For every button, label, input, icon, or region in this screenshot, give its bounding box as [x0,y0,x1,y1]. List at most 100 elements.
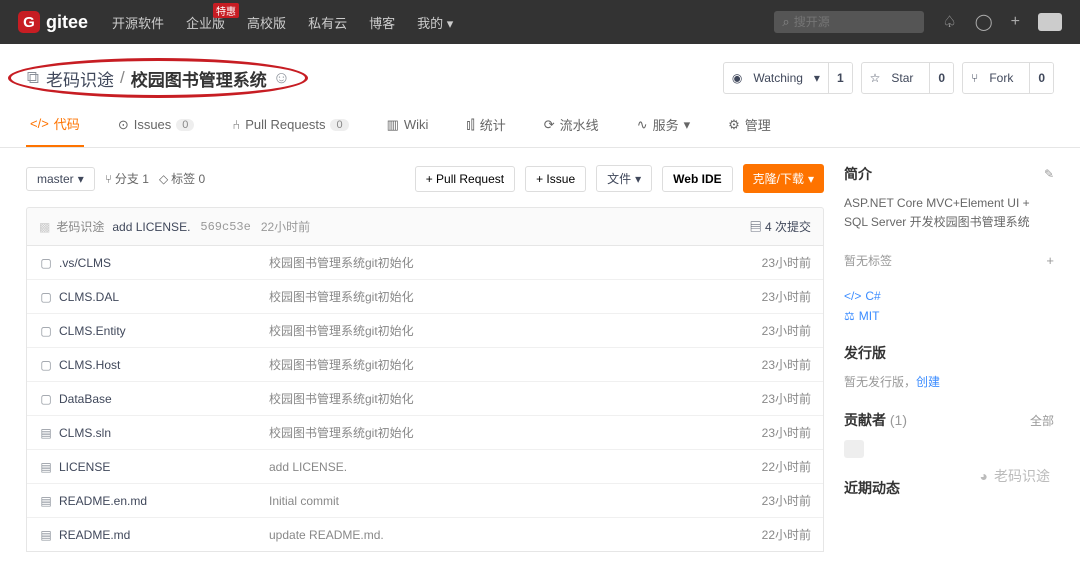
license-link[interactable]: ⚖ MIT [844,309,1054,323]
logo[interactable]: G gitee [18,11,88,33]
nav-education[interactable]: 高校版 [247,13,286,32]
tab-service[interactable]: ∿服务 ▾ [633,106,694,147]
all-contributors-link[interactable]: 全部 [1030,412,1054,429]
file-row[interactable]: ▤README.mdupdate README.md.22小时前 [27,518,823,551]
file-commit-msg[interactable]: 校园图书管理系统git初始化 [269,424,762,441]
commit-message[interactable]: add LICENSE. [112,220,190,234]
search-input[interactable] [794,15,949,29]
fork-button[interactable]: ⑂ Fork0 [962,62,1054,94]
file-commit-msg[interactable]: 校园图书管理系统git初始化 [269,356,762,373]
tab-stats[interactable]: ⫾⫿统计 [462,106,509,147]
tab-wiki[interactable]: ▥Wiki [383,106,433,147]
folder-icon: ▢ [39,256,53,270]
file-commit-msg[interactable]: update README.md. [269,528,762,542]
webide-button[interactable]: Web IDE [662,166,732,192]
file-row[interactable]: ▢CLMS.DAL校园图书管理系统git初始化23小时前 [27,280,823,314]
repo-actions: ◉ Watching ▾1 ☆ Star0 ⑂ Fork0 [723,62,1054,94]
file-row[interactable]: ▤README.en.mdInitial commit23小时前 [27,484,823,518]
repo-tabs: </>代码 ⊙Issues0 ⑃Pull Requests0 ▥Wiki ⫾⫿统… [0,94,1080,148]
file-name[interactable]: ▢.vs/CLMS [39,256,269,270]
tab-pipeline[interactable]: ⟳流水线 [540,106,603,147]
folder-icon: ▢ [39,290,53,304]
tags-link[interactable]: ◇ 标签 0 [159,170,205,187]
pullrequest-button[interactable]: + Pull Request [415,166,515,192]
commits-total[interactable]: ▤ 4 次提交 [750,218,811,235]
repo-title: ⧉ 老码识途 / 校园图书管理系统 ☺ [26,66,287,91]
repo-name[interactable]: 校园图书管理系统 [131,66,267,91]
help-icon[interactable]: ◯ [975,12,993,32]
file-name[interactable]: ▢DataBase [39,392,269,406]
file-time: 23小时前 [762,288,811,305]
file-commit-msg[interactable]: Initial commit [269,494,762,508]
file-row[interactable]: ▢CLMS.Entity校园图书管理系统git初始化23小时前 [27,314,823,348]
file-icon: ▤ [39,528,53,542]
file-name[interactable]: ▤README.md [39,528,269,542]
no-release: 暂无发行版， [844,375,916,389]
plus-icon[interactable]: + [1011,13,1020,31]
contributor-avatar[interactable] [844,440,864,458]
nav-enterprise[interactable]: 企业版特惠 [186,13,225,32]
add-tag-icon[interactable]: + [1046,253,1054,268]
watch-button[interactable]: ◉ Watching ▾1 [723,62,853,94]
file-time: 23小时前 [762,424,811,441]
file-commit-msg[interactable]: add LICENSE. [269,460,762,474]
tab-issues[interactable]: ⊙Issues0 [114,106,199,147]
logo-icon: G [18,11,40,33]
file-name[interactable]: ▤LICENSE [39,460,269,474]
issue-button[interactable]: + Issue [525,166,586,192]
watermark: ◕老码识途 [980,466,1050,486]
file-name[interactable]: ▢CLMS.Entity [39,324,269,338]
file-commit-msg[interactable]: 校园图书管理系统git初始化 [269,254,762,271]
nav-blog[interactable]: 博客 [369,13,395,32]
branch-select[interactable]: master ▾ [26,167,95,191]
file-row[interactable]: ▤LICENSEadd LICENSE.22小时前 [27,450,823,484]
bell-icon[interactable]: ♤ [942,12,956,32]
nav-opensource[interactable]: 开源软件 [112,13,164,32]
search-icon: ⌕ [782,14,789,30]
edit-icon[interactable]: ✎ [1044,167,1054,181]
file-row[interactable]: ▢DataBase校园图书管理系统git初始化23小时前 [27,382,823,416]
file-list: ▢.vs/CLMS校园图书管理系统git初始化23小时前▢CLMS.DAL校园图… [26,246,824,552]
commit-author[interactable]: 老码识途 [56,218,104,235]
language-link[interactable]: </> C# [844,289,1054,303]
file-name[interactable]: ▢CLMS.Host [39,358,269,372]
badge-icon: ☺ [273,68,287,88]
file-row[interactable]: ▤CLMS.sln校园图书管理系统git初始化23小时前 [27,416,823,450]
file-name[interactable]: ▤README.en.md [39,494,269,508]
nav-mine[interactable]: 我的 ▾ [417,13,453,32]
file-icon: ▤ [39,426,53,440]
clone-button[interactable]: 克隆/下载 ▾ [743,164,824,193]
file-row[interactable]: ▢CLMS.Host校园图书管理系统git初始化23小时前 [27,348,823,382]
avatar[interactable] [1038,13,1062,31]
release-heading: 发行版 [844,343,886,363]
file-commit-msg[interactable]: 校园图书管理系统git初始化 [269,288,762,305]
star-button[interactable]: ☆ Star0 [861,62,954,94]
files-select[interactable]: 文件 ▾ [596,165,652,192]
repo-icon: ⧉ [26,68,40,88]
search-box[interactable]: ⌕ [774,11,924,33]
tab-manage[interactable]: ⚙管理 [724,106,775,147]
file-time: 23小时前 [762,492,811,509]
contributors-heading: 贡献者 (1) [844,410,907,430]
tab-pullrequests[interactable]: ⑃Pull Requests0 [228,106,352,147]
branches-link[interactable]: ⑂ 分支 1 [105,170,149,187]
repo-description: ASP.NET Core MVC+Element UI + SQL Server… [844,194,1054,232]
file-time: 22小时前 [762,458,811,475]
create-release-link[interactable]: 创建 [916,375,940,389]
latest-commit: ▩ 老码识途 add LICENSE. 569c53e 22小时前 ▤ 4 次提… [26,207,824,246]
no-tags: 暂无标签 [844,252,892,269]
nav-private[interactable]: 私有云 [308,13,347,32]
file-commit-msg[interactable]: 校园图书管理系统git初始化 [269,390,762,407]
folder-icon: ▢ [39,358,53,372]
file-name[interactable]: ▢CLMS.DAL [39,290,269,304]
file-commit-msg[interactable]: 校园图书管理系统git初始化 [269,322,762,339]
file-row[interactable]: ▢.vs/CLMS校园图书管理系统git初始化23小时前 [27,246,823,280]
tab-code[interactable]: </>代码 [26,106,84,147]
promo-badge: 特惠 [213,3,239,18]
folder-icon: ▢ [39,324,53,338]
file-time: 23小时前 [762,390,811,407]
file-name[interactable]: ▤CLMS.sln [39,426,269,440]
commit-hash[interactable]: 569c53e [200,220,250,234]
repo-header: ⧉ 老码识途 / 校园图书管理系统 ☺ ◉ Watching ▾1 ☆ Star… [0,44,1080,94]
owner-link[interactable]: 老码识途 [46,66,114,91]
